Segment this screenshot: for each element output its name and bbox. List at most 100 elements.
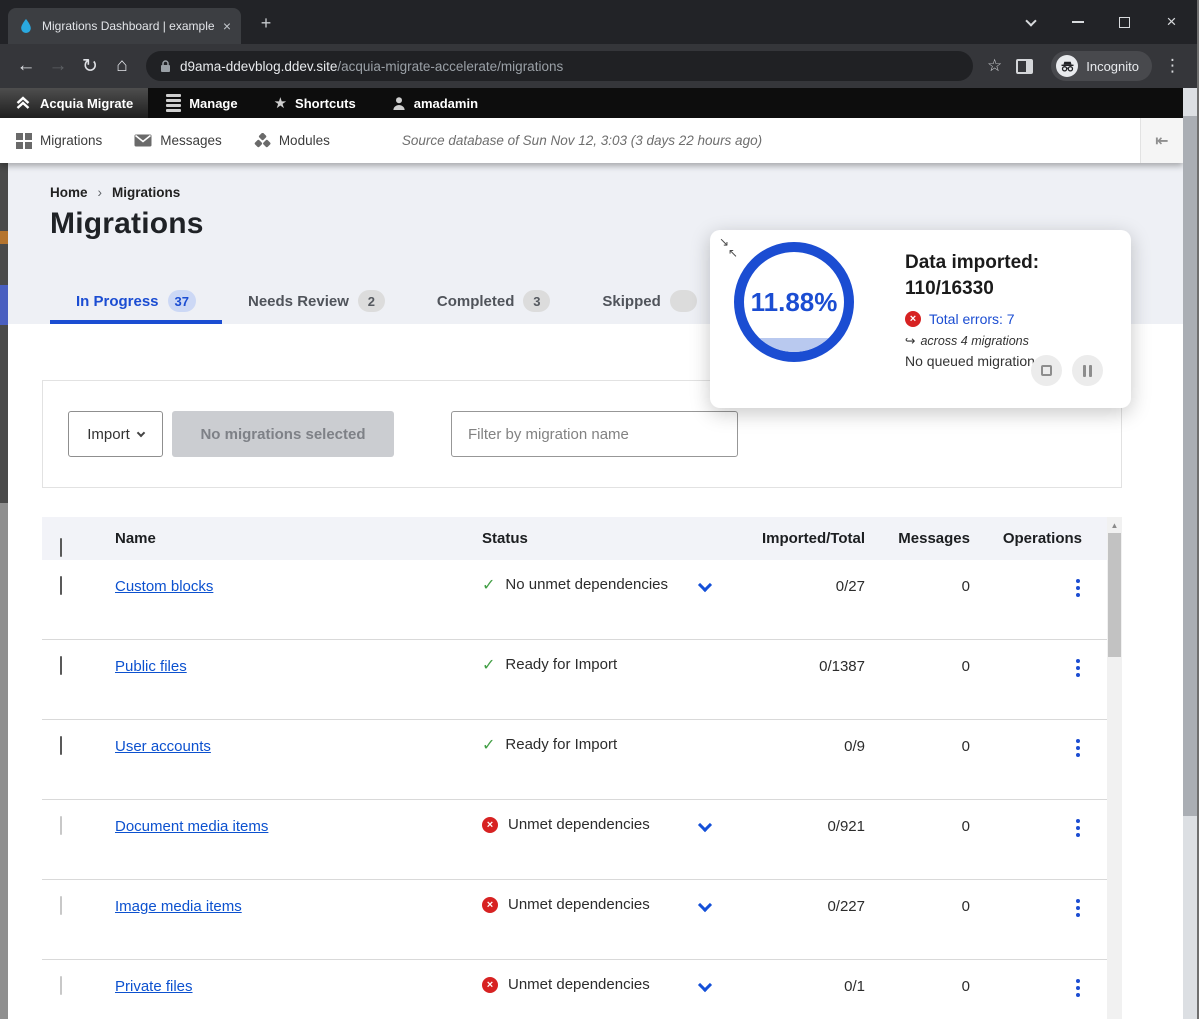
incognito-badge: Incognito [1051, 51, 1152, 81]
reload-button[interactable]: ↻ [74, 50, 106, 82]
operations-kebab-icon[interactable] [1074, 977, 1082, 1019]
table-scrollbar[interactable]: ▲ [1107, 517, 1122, 1019]
operations-kebab-icon[interactable] [1074, 817, 1082, 879]
incognito-icon [1056, 55, 1078, 77]
maximize-button[interactable] [1101, 0, 1148, 44]
messages-count: 0 [877, 560, 982, 639]
header-status: Status [462, 530, 742, 547]
chevron-down-icon[interactable] [698, 898, 712, 912]
toolbar-item-modules[interactable]: Modules [238, 133, 346, 148]
row-checkbox[interactable] [60, 656, 62, 675]
progress-info: Data imported: 110/16330 × Total errors:… [905, 250, 1120, 369]
import-progress-panel: ↘↖ 11.88% Data imported: 110/16330 × Tot… [710, 230, 1131, 408]
window-left-edge [0, 163, 8, 1019]
bookmark-star-icon[interactable]: ☆ [981, 56, 1008, 76]
stop-button[interactable] [1031, 355, 1062, 386]
tab-search-icon[interactable] [1007, 0, 1054, 44]
migration-name-link[interactable]: Private files [115, 978, 193, 995]
row-checkbox[interactable] [60, 816, 62, 835]
tab-completed[interactable]: Completed 3 [411, 278, 577, 324]
migration-name-link[interactable]: Public files [115, 658, 187, 675]
filter-input[interactable] [451, 411, 738, 457]
toolbar-item-messages[interactable]: Messages [118, 133, 238, 148]
status-cell: ✓ × Ready for Import [462, 640, 742, 719]
total-errors-link[interactable]: Total errors: 7 [929, 311, 1015, 327]
page-content: Home › Migrations Migrations In Progress… [0, 163, 1183, 1019]
browser-menu-icon[interactable]: ⋮ [1156, 56, 1189, 76]
error-icon: × [905, 311, 921, 327]
admin-item-manage[interactable]: Manage [148, 88, 255, 118]
import-dropdown-button[interactable]: Import [68, 411, 163, 457]
acquia-migrate-brand[interactable]: Acquia Migrate [0, 88, 148, 118]
operations-kebab-icon[interactable] [1074, 737, 1082, 799]
side-panel-icon[interactable] [1016, 59, 1033, 74]
tab-in-progress[interactable]: In Progress 37 [50, 278, 222, 324]
double-chevron-up-icon [15, 96, 31, 110]
operations-kebab-icon[interactable] [1074, 897, 1082, 959]
migration-name-link[interactable]: Image media items [115, 898, 242, 915]
toolbar-item-migrations[interactable]: Migrations [0, 133, 118, 149]
messages-count: 0 [877, 800, 982, 879]
operations-kebab-icon[interactable] [1074, 577, 1082, 639]
secondary-toolbar: Migrations Messages Modules Source datab… [0, 118, 1183, 163]
chevron-down-icon[interactable] [698, 978, 712, 992]
window-controls: × [1007, 0, 1195, 44]
new-tab-button[interactable]: + [254, 11, 278, 35]
window-scrollbar-thumb[interactable] [1183, 116, 1197, 816]
scroll-up-arrow-icon[interactable]: ▲ [1107, 517, 1122, 533]
breadcrumb-current: Migrations [112, 185, 180, 200]
close-window-button[interactable]: × [1148, 0, 1195, 44]
tab-count-badge [670, 290, 697, 312]
imported-total-value: 0/1 [742, 960, 877, 1019]
status-cell: ✓ × Ready for Import [462, 720, 742, 799]
tab-close-icon[interactable]: × [223, 19, 231, 33]
migrations-table: Name Status Imported/Total Messages Oper… [42, 517, 1107, 1019]
grid-icon [16, 133, 32, 149]
table-row: Custom blocks ✓ × No unmet dependencies … [42, 560, 1107, 640]
migration-name-link[interactable]: User accounts [115, 738, 211, 755]
admin-item-user[interactable]: amadamin [374, 88, 496, 118]
tab-count-badge: 2 [358, 290, 385, 312]
header-operations: Operations [982, 530, 1107, 547]
back-button[interactable]: ← [10, 50, 42, 82]
row-checkbox[interactable] [60, 896, 62, 915]
migration-name-link[interactable]: Document media items [115, 818, 268, 835]
table-row: Public files ✓ × Ready for Import 0/1387… [42, 640, 1107, 720]
toolbar-item-label: Migrations [40, 133, 102, 148]
table-row: User accounts ✓ × Ready for Import 0/9 0 [42, 720, 1107, 800]
messages-count: 0 [877, 880, 982, 959]
status-text: Unmet dependencies [508, 976, 650, 993]
error-icon: × [482, 897, 498, 913]
chevron-down-icon[interactable] [698, 818, 712, 832]
status-text: No unmet dependencies [505, 576, 668, 593]
status-cell: ✓ × Unmet dependencies [462, 800, 742, 879]
toolbar-collapse-button[interactable]: ⇤ [1140, 118, 1183, 163]
operations-kebab-icon[interactable] [1074, 657, 1082, 719]
migration-name-link[interactable]: Custom blocks [115, 578, 213, 595]
table-row: Image media items ✓ × Unmet dependencies… [42, 880, 1107, 960]
tab-skipped[interactable]: Skipped [576, 278, 722, 324]
chevron-down-icon[interactable] [698, 578, 712, 592]
minimize-button[interactable] [1054, 0, 1101, 44]
breadcrumb-home-link[interactable]: Home [50, 185, 88, 200]
table-scrollbar-thumb[interactable] [1108, 533, 1121, 657]
forward-button[interactable]: → [42, 50, 74, 82]
application-window: Migrations Dashboard | example × + × ← →… [0, 0, 1199, 1019]
browser-tab[interactable]: Migrations Dashboard | example × [8, 8, 241, 44]
home-button[interactable]: ⌂ [106, 50, 138, 82]
select-all-checkbox[interactable] [60, 538, 62, 557]
admin-item-shortcuts[interactable]: ★ Shortcuts [256, 88, 374, 118]
status-text: Ready for Import [505, 656, 617, 673]
tab-needs-review[interactable]: Needs Review 2 [222, 278, 411, 324]
pause-button[interactable] [1072, 355, 1103, 386]
check-icon: ✓ [482, 576, 495, 595]
resize-handle-icon[interactable]: ↘↖ [719, 235, 745, 261]
check-icon: ✓ [482, 656, 495, 675]
row-checkbox[interactable] [60, 736, 62, 755]
url-host: d9ama-ddevblog.ddev.site [180, 59, 337, 74]
address-bar[interactable]: d9ama-ddevblog.ddev.site/acquia-migrate-… [146, 51, 973, 81]
status-text: Unmet dependencies [508, 896, 650, 913]
row-checkbox[interactable] [60, 976, 62, 995]
row-checkbox[interactable] [60, 576, 62, 595]
incognito-label: Incognito [1086, 59, 1139, 74]
